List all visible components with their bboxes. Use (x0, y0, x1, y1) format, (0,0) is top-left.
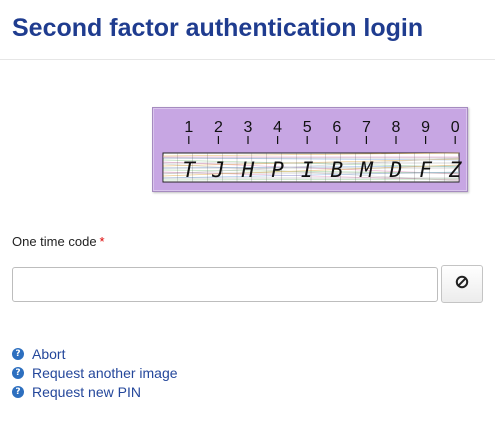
grid-digit: 7 (362, 119, 371, 136)
grid-letter: P (271, 158, 284, 182)
request-another-image-link[interactable]: Request another image (32, 365, 178, 381)
grid-letter: T (182, 158, 196, 182)
grid-letter: M (359, 158, 374, 182)
grid-letter: Z (448, 158, 463, 182)
grid-digit: 4 (273, 119, 282, 136)
grid-letter: F (419, 158, 432, 182)
otp-label: One time code * (12, 234, 105, 249)
grid-digit: 0 (451, 119, 460, 136)
grid-letter: D (389, 158, 403, 182)
otp-label-text: One time code (12, 234, 97, 249)
grid-letter: B (330, 158, 343, 182)
grid-letter: J (211, 158, 225, 182)
help-circle-icon: ? (12, 347, 24, 360)
help-circle-icon: ? (12, 385, 24, 398)
help-circle-icon: ? (12, 366, 24, 379)
grid-digit: 2 (214, 119, 223, 136)
otp-input[interactable] (12, 267, 438, 302)
help-links: ? Abort ? Request another image ? Reques… (12, 344, 178, 401)
grid-letter: H (241, 158, 255, 182)
grid-digit: 6 (332, 119, 341, 136)
clear-button[interactable] (441, 265, 483, 303)
grid-digit: 3 (244, 119, 253, 136)
grid-digit: 9 (421, 119, 430, 136)
request-new-pin-link[interactable]: Request new PIN (32, 384, 141, 400)
grid-card-graphic: 1 2 3 4 5 6 7 8 9 0 T J H P I B M D F Z (162, 119, 463, 183)
abort-link-row[interactable]: ? Abort (12, 344, 178, 363)
grid-digit: 8 (392, 119, 401, 136)
request-pin-link-row[interactable]: ? Request new PIN (12, 382, 178, 401)
grid-digit: 1 (184, 119, 193, 136)
grid-digit: 5 (303, 119, 312, 136)
required-marker: * (99, 234, 105, 249)
request-image-link-row[interactable]: ? Request another image (12, 363, 178, 382)
ban-icon (455, 275, 469, 294)
page-title: Second factor authentication login (12, 14, 424, 42)
title-divider (0, 59, 495, 60)
grid-letter: I (301, 158, 314, 182)
abort-link[interactable]: Abort (32, 346, 65, 362)
grid-card-image: 1 2 3 4 5 6 7 8 9 0 TJHPIBMDFZ (152, 107, 468, 192)
